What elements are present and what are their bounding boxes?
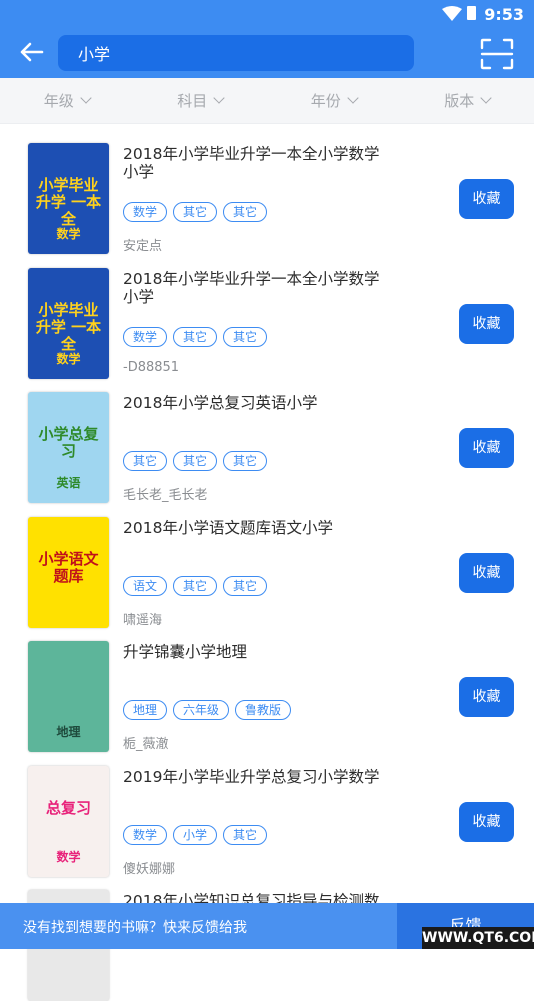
filter-grade[interactable]: 年级 (0, 78, 134, 123)
cover-subject: 地理 (32, 723, 105, 740)
book-item[interactable]: 小学总复习英语2018年小学总复习英语小学其它其它其它毛长老_毛长老收藏 (0, 373, 534, 498)
tag-chip: 语文 (123, 576, 167, 596)
tag-chip: 其它 (123, 451, 167, 471)
filter-edition[interactable]: 版本 (401, 78, 534, 123)
book-item[interactable]: 地理升学锦囊小学地理地理六年级鲁教版栀_薇澈收藏 (0, 622, 534, 747)
book-cover[interactable]: 小学总复习英语 (28, 392, 109, 503)
back-arrow-icon[interactable] (18, 40, 46, 64)
tag-chip: 其它 (223, 825, 267, 845)
favorite-button[interactable]: 收藏 (459, 553, 514, 593)
tag-chip: 数学 (123, 327, 167, 347)
cover-title: 小学语文 题库 (32, 551, 105, 585)
cover-title: 小学毕业升学 一本全 (32, 177, 105, 228)
tag-chip: 小学 (173, 825, 217, 845)
book-cover[interactable]: 小学毕业升学 一本全数学 (28, 268, 109, 379)
book-tags: 数学其它其它 (123, 327, 273, 347)
chevron-down-icon (347, 92, 358, 103)
tag-chip: 其它 (223, 451, 267, 471)
book-tags: 语文其它其它 (123, 576, 273, 596)
status-time: 9:53 (484, 5, 524, 24)
book-title[interactable]: 2019年小学毕业升学总复习小学数学 (123, 768, 388, 786)
feedback-prompt: 没有找到想要的书嘛？快来反馈给我 (23, 917, 247, 937)
tag-chip: 其它 (173, 327, 217, 347)
filter-bar: 年级 科目 年份 版本 (0, 78, 534, 124)
app-header: 9:53 (0, 0, 534, 78)
cover-subject: 数学 (32, 225, 105, 242)
book-item[interactable]: 小学毕业升学 一本全数学2018年小学毕业升学一本全小学数学小学数学其它其它安定… (0, 124, 534, 249)
filter-label: 年级 (44, 90, 74, 111)
filter-label: 科目 (177, 90, 207, 111)
tag-chip: 其它 (173, 202, 217, 222)
cover-subject: 数学 (32, 350, 105, 367)
book-tags: 其它其它其它 (123, 451, 273, 471)
book-title[interactable]: 2018年小学语文题库语文小学 (123, 519, 388, 537)
search-input[interactable] (78, 44, 394, 63)
favorite-button[interactable]: 收藏 (459, 179, 514, 219)
chevron-down-icon (80, 92, 91, 103)
favorite-button[interactable]: 收藏 (459, 428, 514, 468)
favorite-button[interactable]: 收藏 (459, 304, 514, 344)
tag-chip: 其它 (223, 576, 267, 596)
chevron-down-icon (481, 92, 492, 103)
wifi-icon (442, 6, 462, 22)
filter-subject[interactable]: 科目 (134, 78, 268, 123)
tag-chip: 六年级 (173, 700, 229, 720)
book-item[interactable]: 总复习数学2019年小学毕业升学总复习小学数学数学小学其它傻妖娜娜收藏 (0, 747, 534, 872)
tag-chip: 数学 (123, 825, 167, 845)
cover-title: 小学毕业升学 一本全 (32, 302, 105, 353)
tag-chip: 其它 (173, 576, 217, 596)
filter-year[interactable]: 年份 (267, 78, 401, 123)
book-title[interactable]: 2018年小学毕业升学一本全小学数学小学 (123, 270, 388, 306)
book-cover[interactable]: 小学毕业升学 一本全数学 (28, 143, 109, 254)
chevron-down-icon (214, 92, 225, 103)
cover-subject: 英语 (32, 474, 105, 491)
watermark: WWW.QT6.COM (422, 927, 534, 949)
cover-title: 总复习 (32, 800, 105, 817)
search-box[interactable] (58, 35, 414, 71)
tag-chip: 其它 (173, 451, 217, 471)
favorite-button[interactable]: 收藏 (459, 802, 514, 842)
tag-chip: 其它 (223, 202, 267, 222)
book-tags: 数学小学其它 (123, 825, 273, 845)
book-title[interactable]: 升学锦囊小学地理 (123, 643, 388, 661)
book-cover[interactable]: 小学语文 题库 (28, 517, 109, 628)
book-item[interactable]: 小学毕业升学 一本全数学2018年小学毕业升学一本全小学数学小学数学其它其它-D… (0, 249, 534, 374)
cover-title: 小学总复习 (32, 426, 105, 460)
book-cover[interactable]: 地理 (28, 641, 109, 752)
filter-label: 版本 (444, 90, 474, 111)
tag-chip: 数学 (123, 202, 167, 222)
book-cover[interactable]: 总复习数学 (28, 766, 109, 877)
favorite-button[interactable]: 收藏 (459, 677, 514, 717)
scan-icon[interactable] (480, 38, 514, 70)
filter-label: 年份 (311, 90, 341, 111)
tag-chip: 地理 (123, 700, 167, 720)
tag-chip: 其它 (223, 327, 267, 347)
book-item[interactable]: 小学语文 题库2018年小学语文题库语文小学语文其它其它啸遥海收藏 (0, 498, 534, 623)
book-title[interactable]: 2018年小学毕业升学一本全小学数学小学 (123, 145, 388, 181)
book-list: 小学毕业升学 一本全数学2018年小学毕业升学一本全小学数学小学数学其它其它安定… (0, 124, 534, 996)
book-tags: 地理六年级鲁教版 (123, 700, 297, 720)
book-tags: 数学其它其它 (123, 202, 273, 222)
tag-chip: 鲁教版 (235, 700, 291, 720)
book-title[interactable]: 2018年小学总复习英语小学 (123, 394, 388, 412)
battery-icon (467, 6, 476, 20)
cover-subject: 数学 (32, 848, 105, 865)
